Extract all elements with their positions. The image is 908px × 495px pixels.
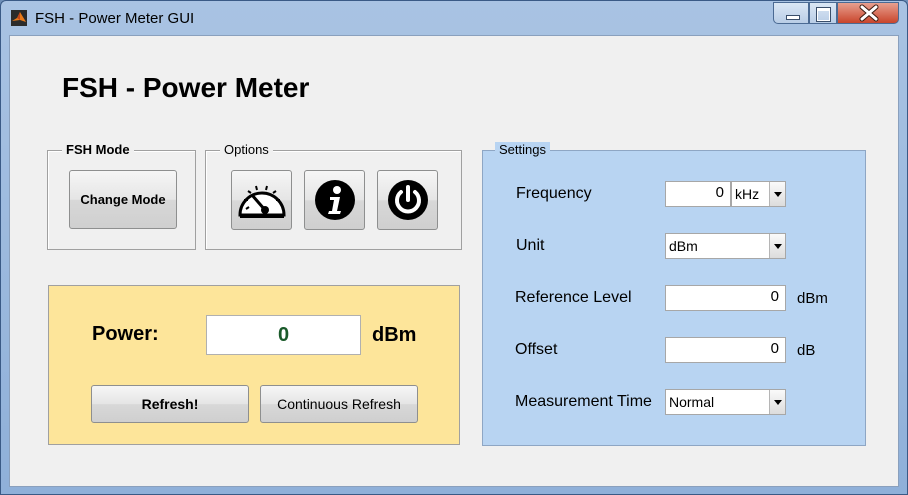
reference-level-unit: dBm (797, 290, 828, 307)
window-title: FSH - Power Meter GUI (35, 10, 195, 27)
options-label: Options (220, 142, 273, 157)
measurement-time-select[interactable]: Normal (665, 389, 786, 415)
power-panel: Power: 0 dBm Refresh! Continuous Refresh (48, 285, 460, 445)
chevron-down-icon[interactable] (769, 182, 785, 206)
close-button[interactable] (837, 2, 899, 24)
maximize-icon (816, 7, 831, 22)
power-meter-button[interactable] (231, 170, 292, 230)
unit-select[interactable]: dBm (665, 233, 786, 259)
power-unit: dBm (372, 324, 417, 346)
exit-button[interactable] (377, 170, 438, 230)
continuous-refresh-button[interactable]: Continuous Refresh (260, 385, 418, 423)
minimize-icon (786, 15, 800, 20)
options-group: Options (205, 142, 462, 250)
title-bar[interactable]: FSH - Power Meter GUI (1, 1, 907, 35)
page-title: FSH - Power Meter (62, 72, 310, 103)
app-window: FSH - Power Meter GUI FSH - Power Meter … (0, 0, 908, 495)
power-icon (387, 180, 428, 220)
frequency-unit-value: kHz (735, 186, 760, 202)
power-value: 0 (277, 324, 290, 346)
reference-level-label: Reference Level (515, 289, 632, 306)
chevron-down-icon[interactable] (769, 234, 785, 258)
reference-level-field[interactable]: 0 (665, 285, 786, 311)
offset-unit: dB (797, 342, 816, 359)
power-label: Power: (92, 323, 159, 345)
frequency-label: Frequency (516, 185, 592, 202)
unit-label: Unit (516, 237, 545, 254)
fsh-mode-label: FSH Mode (62, 142, 134, 157)
close-icon (859, 4, 879, 22)
settings-panel: Settings Frequency 0 kHz Unit dBm Refere… (482, 142, 866, 446)
measurement-time-label: Measurement Time (515, 393, 652, 410)
change-mode-button[interactable]: Change Mode (69, 170, 177, 229)
refresh-button[interactable]: Refresh! (91, 385, 249, 423)
fsh-mode-group: FSH Mode Change Mode (47, 142, 196, 250)
matlab-logo-icon (11, 10, 27, 26)
gauge-icon (237, 185, 286, 218)
frequency-unit-select[interactable]: kHz (731, 181, 786, 207)
unit-select-value: dBm (669, 238, 698, 254)
maximize-button[interactable] (809, 2, 837, 24)
offset-label: Offset (515, 341, 558, 358)
info-icon (314, 180, 355, 220)
minimize-button[interactable] (773, 2, 809, 24)
settings-label: Settings (495, 142, 550, 157)
power-value-display: 0 (206, 315, 361, 355)
chevron-down-icon[interactable] (769, 390, 785, 414)
info-button[interactable] (304, 170, 365, 230)
offset-field[interactable]: 0 (665, 337, 786, 363)
frequency-field[interactable]: 0 (665, 181, 731, 207)
measurement-time-value: Normal (669, 394, 715, 410)
client-area: FSH - Power Meter FSH Mode Change Mode O… (9, 35, 899, 487)
